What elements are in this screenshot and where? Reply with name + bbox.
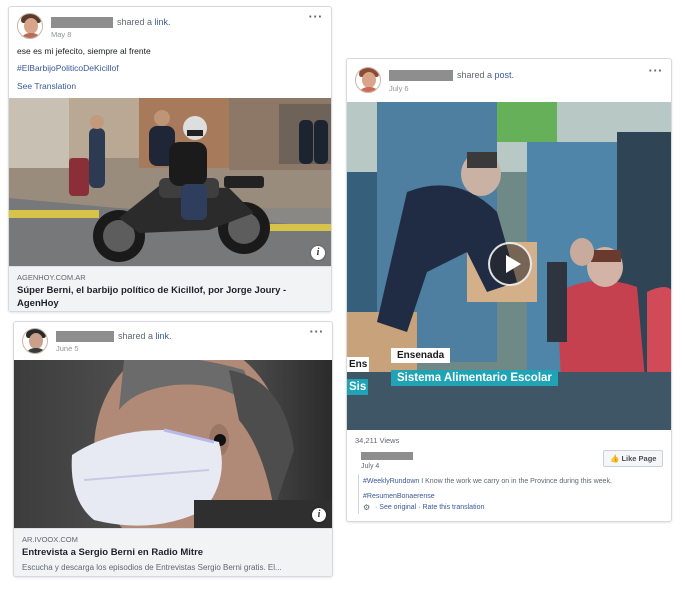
see-original-link[interactable]: See original [379, 504, 416, 511]
action-text: shared a [457, 70, 493, 80]
play-icon[interactable] [488, 242, 532, 286]
hashtag-link[interactable]: #ElBarbijoPoliticoDeKicillof [17, 63, 119, 73]
weekly-rundown-hashtag[interactable]: #WeeklyRundown [363, 478, 419, 485]
thumbs-up-icon: 👍 [610, 454, 620, 463]
link-title-line-2[interactable]: AgenHoy [17, 298, 59, 310]
translation-links: · See original · Rate this translation [375, 504, 485, 511]
action-link[interactable]: link. [155, 17, 171, 27]
inner-post-date[interactable]: July 4 [361, 463, 379, 470]
link-preview-image[interactable]: i [14, 360, 332, 528]
masked-man-photo [14, 360, 332, 528]
post-action: shared a post. [457, 70, 514, 80]
post-text: ese es mi jefecito, siempre al frente [17, 46, 151, 56]
post-card-2: shared a link. June 5 ··· i AR.IVOOX.COM… [13, 321, 333, 577]
rate-translation-link[interactable]: Rate this translation [422, 504, 484, 511]
video-caption-small: Ensenada [391, 348, 451, 363]
see-translation-link[interactable]: See Translation [17, 81, 76, 91]
link-title-line-1[interactable]: Súper Berni, el barbijo político de Kici… [17, 285, 286, 297]
gear-icon: ⚙ [363, 503, 371, 512]
post-date[interactable]: June 5 [56, 344, 79, 353]
redacted-name [51, 17, 113, 28]
more-options-icon[interactable]: ··· [309, 9, 324, 24]
action-link[interactable]: post. [495, 70, 515, 80]
post-card-1: shared a link. May 8 ··· ese es mi jefec… [8, 6, 332, 312]
post-date[interactable]: May 8 [51, 30, 71, 39]
video-caption-main: Sistema Alimentario Escolar [391, 370, 558, 386]
view-count: 34,211 Views [355, 436, 400, 445]
link-description: Escucha y descarga los episodios de Entr… [22, 563, 282, 572]
post-header: shared a post. July 6 ··· [347, 59, 671, 101]
action-link[interactable]: link. [156, 331, 172, 341]
action-text: shared a [118, 331, 154, 341]
post-card-3: shared a post. July 6 ··· Ensenada Siste… [346, 58, 672, 522]
inner-post-text: #WeeklyRundown I Know the work we carry … [363, 478, 663, 485]
video-player[interactable]: Ensenada Sistema Alimentario Escolar Ens… [347, 102, 671, 430]
quote-divider [358, 474, 359, 514]
avatar[interactable] [355, 67, 381, 93]
link-domain: AGENHOY.COM.AR [17, 273, 86, 282]
more-options-icon[interactable]: ··· [649, 63, 664, 78]
like-page-label: Like Page [621, 454, 657, 463]
inner-text: I Know the work we carry on in the Provi… [419, 478, 612, 485]
redacted-name [389, 70, 453, 81]
like-page-button[interactable]: 👍 Like Page [603, 450, 664, 467]
post-action: shared a link. [118, 331, 172, 341]
info-icon[interactable]: i [312, 508, 326, 522]
info-icon[interactable]: i [311, 246, 325, 260]
motorcycle-police-photo [9, 98, 331, 266]
redacted-name [56, 331, 114, 342]
link-preview-box[interactable]: AR.IVOOX.COM Entrevista a Sergio Berni e… [14, 528, 332, 576]
more-options-icon[interactable]: ··· [310, 324, 325, 339]
link-preview-box[interactable]: AGENHOY.COM.AR Súper Berni, el barbijo p… [9, 266, 331, 311]
link-preview-image[interactable]: i [9, 98, 331, 266]
avatar[interactable] [22, 328, 48, 354]
redacted-name [361, 452, 413, 460]
link-domain: AR.IVOOX.COM [22, 535, 78, 544]
video-caption-left-main: Sis [347, 379, 369, 395]
link-title[interactable]: Entrevista a Sergio Berni en Radio Mitre [22, 547, 203, 559]
post-header: shared a link. June 5 ··· [14, 322, 332, 358]
avatar[interactable] [17, 13, 43, 39]
action-text: shared a [117, 17, 153, 27]
post-action: shared a link. [117, 17, 171, 27]
post-header: shared a link. May 8 ··· [9, 7, 331, 43]
resumen-hashtag[interactable]: #ResumenBonaerense [363, 493, 435, 500]
post-date[interactable]: July 6 [389, 84, 409, 93]
video-caption-left-small: Ens [347, 357, 370, 372]
